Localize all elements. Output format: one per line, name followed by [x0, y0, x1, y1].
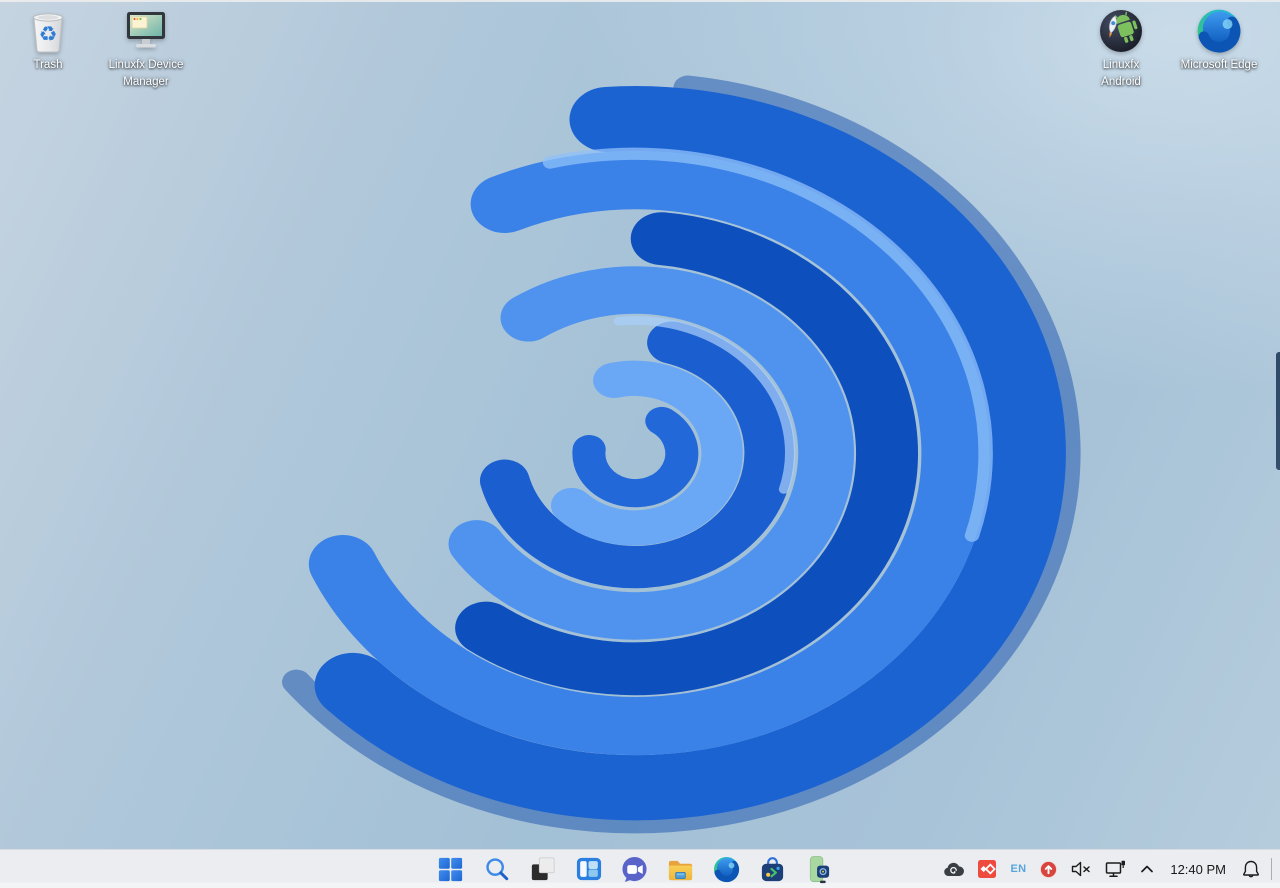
volume-button[interactable] — [1064, 850, 1098, 888]
volume-muted-icon — [1072, 861, 1091, 877]
update-notifier-tray-button[interactable] — [1033, 850, 1064, 888]
cloud-sync-tray-icon — [944, 862, 965, 876]
top-edge-highlight — [0, 0, 1280, 2]
desktop-icon-trash[interactable]: ♻ Trash — [2, 8, 94, 74]
task-view-button[interactable] — [529, 856, 556, 883]
edge-browser-button[interactable] — [713, 856, 740, 883]
android-phone-button[interactable] — [805, 855, 832, 883]
search-icon — [485, 858, 508, 881]
network-button[interactable] — [1098, 850, 1133, 888]
desktop-icon-label: Linuxfx Device Manager — [100, 57, 192, 91]
screen: ♻ Trash Linuxfx Device Manager Linuxfx A… — [0, 0, 1280, 888]
label-line: Microsoft Edge — [1180, 59, 1258, 71]
search-button[interactable] — [483, 856, 510, 883]
update-notifier-tray-icon — [1040, 860, 1058, 878]
android-robot-icon — [1100, 10, 1142, 52]
anydesk-tray-icon — [978, 860, 997, 878]
keyboard-layout-indicator[interactable]: EN — [1003, 850, 1033, 888]
taskbar: EN 12:40 PM — [0, 849, 1280, 888]
window-layout-button[interactable] — [575, 856, 602, 883]
chevron-up-icon — [1141, 865, 1154, 873]
task-view-squares-icon — [531, 857, 555, 881]
notifications-button[interactable] — [1235, 850, 1267, 888]
keyboard-layout-label: EN — [1010, 863, 1027, 875]
wired-network-icon — [1106, 860, 1126, 877]
video-chat-button[interactable] — [621, 856, 648, 883]
green-phone-icon — [809, 855, 830, 883]
windows-bloom-wallpaper-icon — [282, 75, 1081, 834]
desktop-icon-microsoft-edge[interactable]: Microsoft Edge — [1173, 8, 1265, 74]
show-desktop-button[interactable] — [1272, 850, 1280, 888]
file-manager-button[interactable] — [667, 856, 694, 883]
system-tray: EN 12:40 PM — [936, 850, 1280, 888]
svg-text:♻: ♻ — [39, 22, 58, 46]
edge-logo-icon — [1196, 8, 1242, 54]
label-line: Manager — [123, 76, 169, 88]
edge-swirl-icon — [713, 856, 740, 883]
video-chat-bubble-icon — [622, 856, 647, 882]
label-line: Linuxfx Device — [108, 59, 184, 71]
label-line: Trash — [33, 59, 63, 71]
desktop-icon-linuxfx-android[interactable]: Linuxfx Android — [1075, 8, 1167, 91]
desktop-icon-label: Microsoft Edge — [1173, 57, 1265, 74]
right-edge-artifact — [1276, 352, 1280, 470]
notification-bell-icon — [1243, 860, 1259, 878]
label-line: Android — [1101, 76, 1141, 88]
clock-label: 12:40 PM — [1170, 861, 1226, 877]
taskbar-app-icons — [437, 850, 832, 888]
start-button[interactable] — [437, 856, 464, 883]
desktop-surface[interactable]: ♻ Trash Linuxfx Device Manager Linuxfx A… — [0, 0, 1280, 849]
desktop-icon-linuxfx-device-manager[interactable]: Linuxfx Device Manager — [100, 8, 192, 91]
cloud-sync-tray-button[interactable] — [936, 850, 971, 888]
windows-start-icon — [438, 857, 463, 881]
trash-icon: ♻ — [33, 13, 63, 53]
label-line: Linuxfx — [1102, 59, 1140, 71]
desktop-icon-label: Linuxfx Android — [1075, 57, 1167, 91]
clock[interactable]: 12:40 PM — [1161, 850, 1235, 888]
window-panes-icon — [576, 857, 601, 881]
device-manager-monitor-icon — [127, 12, 165, 48]
tray-expand-button[interactable] — [1133, 850, 1161, 888]
folder-icon — [668, 860, 693, 880]
store-bag-icon — [761, 856, 784, 881]
anydesk-tray-button[interactable] — [971, 850, 1003, 888]
desktop-icon-label: Trash — [2, 57, 94, 74]
app-store-button[interactable] — [759, 856, 786, 883]
